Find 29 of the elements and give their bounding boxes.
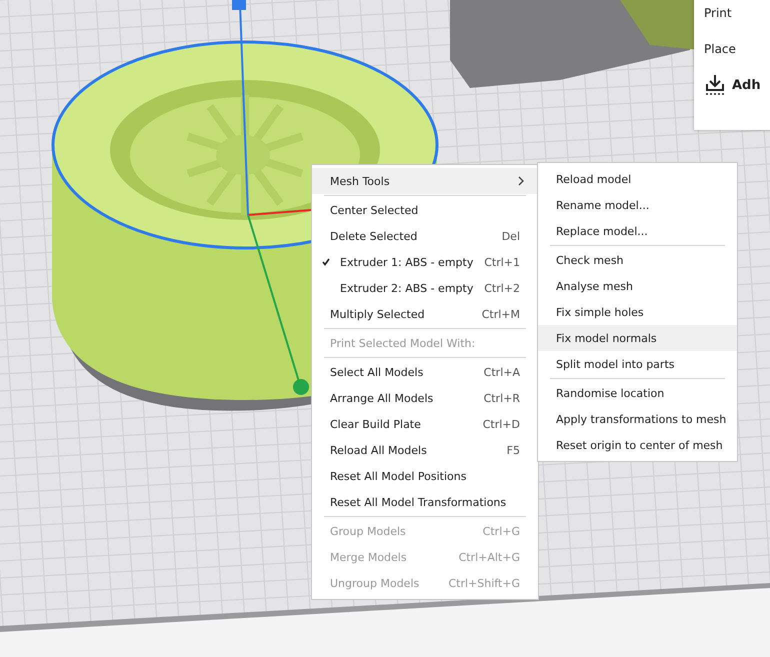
- menu-item[interactable]: Fix simple holes: [538, 299, 737, 325]
- menu-item[interactable]: Mesh Tools: [312, 168, 538, 194]
- setting-label: Place: [704, 42, 737, 58]
- menu-item[interactable]: Reset All Model Transformations: [312, 489, 538, 515]
- menu-item[interactable]: Reload All Models F5: [312, 437, 538, 463]
- menu-item[interactable]: Select All Models Ctrl+A: [312, 359, 538, 385]
- menu-item[interactable]: Reset All Model Positions: [312, 463, 538, 489]
- menu-item[interactable]: Randomise location: [538, 380, 737, 406]
- menu-item[interactable]: Center Selected: [312, 197, 538, 223]
- menu-item[interactable]: Reset origin to center of mesh: [538, 432, 737, 458]
- menu-item[interactable]: Extruder 1: ABS - empty Ctrl+1: [312, 249, 538, 275]
- menu-item[interactable]: Arrange All Models Ctrl+R: [312, 385, 538, 411]
- chevron-right-icon: [518, 176, 524, 186]
- menu-item[interactable]: Extruder 2: ABS - empty Ctrl+2: [312, 275, 538, 301]
- menu-item[interactable]: Rename model...: [538, 192, 737, 218]
- section-title: Adh: [732, 78, 761, 92]
- menu-item[interactable]: Check mesh: [538, 247, 737, 273]
- menu-item[interactable]: Fix model normals: [538, 325, 737, 351]
- menu-item[interactable]: Delete Selected Del: [312, 223, 538, 249]
- menu-item[interactable]: Analyse mesh: [538, 273, 737, 299]
- adhesion-icon: [704, 74, 726, 96]
- setting-label: Print: [704, 6, 733, 22]
- menu-item[interactable]: Apply transformations to mesh: [538, 406, 737, 432]
- menu-item[interactable]: Replace model...: [538, 218, 737, 244]
- checkmark-icon: [322, 258, 330, 266]
- menu-item[interactable]: Reload model: [538, 166, 737, 192]
- menu-item[interactable]: Split model into parts: [538, 351, 737, 377]
- menu-item[interactable]: Multiply Selected Ctrl+M: [312, 301, 538, 327]
- menu-item[interactable]: Clear Build Plate Ctrl+D: [312, 411, 538, 437]
